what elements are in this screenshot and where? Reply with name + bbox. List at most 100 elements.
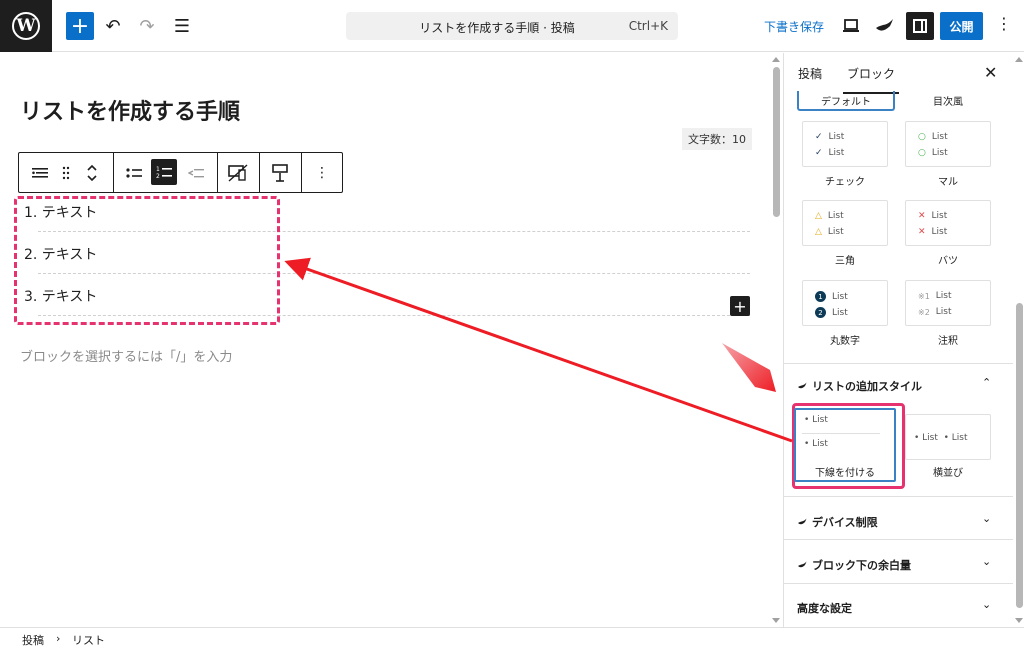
horizontal-preview: • List • List [914, 433, 968, 443]
list-marker-icon: 2 [815, 307, 826, 318]
redo-icon[interactable]: ↷ [133, 12, 161, 40]
style-card[interactable]: ※1 List ※2 List [905, 280, 991, 326]
undo-icon[interactable]: ↶ [99, 12, 127, 40]
list-preview-text: List [935, 291, 952, 301]
margin-panel[interactable]: ブロック下の余白量 ⌄ [784, 539, 1013, 583]
list-marker-icon: ※1 [918, 291, 930, 301]
list-preview-text: List [931, 227, 948, 237]
document-bar[interactable]: リストを作成する手順 · 投稿 Ctrl+K [346, 12, 678, 40]
block-placeholder[interactable]: ブロックを選択するには「/」を入力 [20, 346, 232, 365]
sidebar-scrollbar[interactable] [1013, 53, 1024, 627]
move-up-down-icon[interactable] [81, 153, 103, 192]
list-highlight-frame [14, 196, 280, 325]
style-card-horizontal[interactable]: • List • List [905, 414, 991, 460]
style-label: 丸数字 [830, 336, 860, 347]
list-preview-text: List [828, 148, 845, 158]
list-preview-text: List [832, 291, 848, 302]
device-panel[interactable]: デバイス制限 ⌄ [784, 496, 1013, 540]
style-card[interactable]: ✓ List ✓ List [802, 121, 888, 167]
more-options-icon[interactable]: ⋮ [996, 14, 1012, 33]
style-label: 注釈 [938, 336, 958, 347]
chevron-down-icon[interactable]: ⌄ [982, 555, 991, 568]
tab-block[interactable]: ブロック [842, 65, 900, 94]
device-visibility-icon[interactable] [223, 153, 253, 192]
list-preview-text: List [935, 307, 952, 317]
list-marker-icon: ✓ [815, 132, 823, 142]
list-preview-text: List [931, 132, 948, 142]
list-preview-text: List [931, 211, 948, 221]
save-draft-button[interactable]: 下書き保存 [764, 18, 824, 35]
style-card[interactable]: 1 List 2 List [802, 280, 888, 326]
swell-icon [798, 518, 807, 525]
advanced-panel[interactable]: 高度な設定 ⌄ [784, 583, 1013, 627]
block-type-icon[interactable] [27, 153, 53, 192]
drag-handle-icon[interactable] [57, 153, 75, 192]
sidebar-tabs: 投稿 ブロック ✕ [784, 53, 1013, 94]
breadcrumb-separator: › [56, 632, 61, 645]
svg-text:2: 2 [156, 173, 160, 179]
style-label: バツ [938, 256, 958, 267]
list-preview-text: List [827, 211, 844, 221]
wordpress-icon: W [12, 12, 40, 40]
list-marker-icon: △ [815, 227, 822, 237]
publish-button[interactable]: 公開 [940, 12, 983, 40]
list-preview-text: List [832, 307, 848, 318]
list-marker-icon: △ [815, 211, 822, 221]
chevron-down-icon[interactable]: ⌄ [982, 598, 991, 611]
swell-icon [798, 382, 807, 389]
style-card[interactable]: ○ List ○ List [905, 121, 991, 167]
unordered-list-icon[interactable] [123, 153, 145, 192]
list-view-icon[interactable]: ☰ [168, 12, 196, 40]
add-block-button[interactable]: + [66, 12, 94, 40]
list-preview-text: List [827, 227, 844, 237]
outdent-icon[interactable] [185, 153, 207, 192]
underline-preview-line: • List [804, 439, 828, 449]
command-shortcut: Ctrl+K [628, 19, 668, 33]
list-marker-icon: ✓ [815, 148, 823, 158]
spacing-icon[interactable] [265, 153, 295, 192]
list-marker-icon: 1 [815, 291, 826, 302]
close-icon[interactable]: ✕ [984, 63, 997, 82]
list-preview-text: List [931, 148, 948, 158]
style-card[interactable]: △ List △ List [802, 200, 888, 246]
underline-preview-line: • List [804, 415, 828, 425]
section-divider [784, 363, 1013, 364]
tab-post[interactable]: 投稿 [798, 65, 822, 82]
breadcrumb-list[interactable]: リスト [72, 632, 105, 648]
editor-canvas: リストを作成する手順 文字数：10 12 ⋮ 1. テキスト 2. テキスト 3… [0, 53, 783, 627]
style-label: マル [938, 177, 958, 188]
list-marker-icon: ※2 [918, 307, 930, 317]
style-label-mokuji: 目次風 [933, 97, 963, 108]
swell-icon[interactable] [874, 16, 894, 36]
settings-sidebar: 投稿 ブロック ✕ デフォルト 目次風 ✓ List ✓ List チェック ○ List ○… [783, 53, 1024, 627]
breadcrumb-post[interactable]: 投稿 [22, 632, 44, 648]
list-marker-icon: ○ [918, 148, 926, 158]
settings-toggle-icon[interactable] [906, 12, 934, 40]
svg-text:1: 1 [156, 166, 160, 173]
wordpress-logo[interactable]: W [0, 0, 52, 52]
block-toolbar: 12 ⋮ [18, 152, 343, 193]
preview-icon[interactable] [842, 16, 860, 36]
ordered-list-icon[interactable]: 12 [151, 159, 177, 185]
word-count-badge: 文字数：10 [682, 128, 752, 150]
advanced-panel-title: 高度な設定 [797, 602, 852, 615]
additional-styles-title[interactable]: リストの追加スタイル [797, 378, 922, 394]
chevron-up-icon[interactable]: ⌃ [982, 376, 991, 389]
chevron-down-icon[interactable]: ⌄ [982, 512, 991, 525]
editor-scrollbar[interactable] [770, 53, 783, 627]
style-label: チェック [825, 177, 865, 188]
block-options-icon[interactable]: ⋮ [309, 153, 335, 192]
post-title[interactable]: リストを作成する手順 [20, 94, 240, 126]
block-inserter-button[interactable]: + [730, 296, 750, 316]
list-marker-icon: ✕ [918, 227, 926, 237]
top-toolbar: W + ↶ ↷ ☰ リストを作成する手順 · 投稿 Ctrl+K 下書き保存 公… [0, 0, 1024, 52]
style-label-underline: 下線を付ける [815, 468, 875, 479]
additional-styles-label: リストの追加スタイル [812, 380, 922, 393]
swell-icon [798, 561, 807, 568]
list-marker-icon: ✕ [918, 211, 926, 221]
list-preview-text: List [828, 132, 845, 142]
breadcrumb: 投稿 › リスト [0, 627, 1024, 649]
style-card[interactable]: ✕ List ✕ List [905, 200, 991, 246]
list-marker-icon: ○ [918, 132, 926, 142]
style-label: 三角 [835, 256, 855, 267]
